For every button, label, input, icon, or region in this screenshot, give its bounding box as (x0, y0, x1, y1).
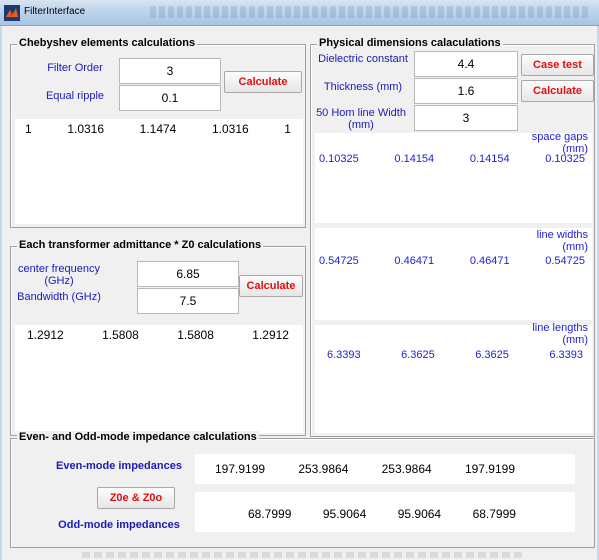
z0e-z0o-button[interactable]: Z0e & Z0o (97, 487, 175, 509)
background-text-ghost (82, 552, 522, 558)
matlab-icon (4, 5, 20, 21)
chebyshev-result: 1 (284, 122, 291, 136)
even-mode-row: 197.9199 253.9864 253.9864 197.9199 (215, 462, 515, 476)
line-length-value: 6.3393 (327, 349, 361, 361)
odd-mode-value: 95.9064 (322, 507, 367, 521)
even-mode-panel: 197.9199 253.9864 253.9864 197.9199 (195, 454, 575, 484)
filter-order-input[interactable]: 3 (119, 58, 221, 84)
equal-ripple-input[interactable]: 0.1 (119, 85, 221, 111)
chebyshev-results-panel: 1 1.0316 1.1474 1.0316 1 (15, 119, 303, 224)
line-width-label: 50 Hom line Width (mm) (316, 107, 406, 131)
space-gaps-row: 0.10325 0.14154 0.14154 0.10325 (319, 153, 585, 165)
space-gap-value: 0.10325 (319, 153, 359, 165)
even-mode-value: 253.9864 (298, 462, 349, 476)
chebyshev-results-row: 1 1.0316 1.1474 1.0316 1 (25, 122, 291, 136)
space-gaps-label: space gaps (mm) (531, 131, 588, 155)
admittance-results-panel: 1.2912 1.5808 1.5808 1.2912 (15, 325, 303, 433)
admittance-result: 1.2912 (27, 328, 64, 342)
line-width-value: 0.46471 (469, 255, 510, 267)
line-width-value: 0.46471 (394, 255, 435, 267)
space-gaps-panel: space gaps (mm) 0.10325 0.14154 0.14154 … (315, 131, 592, 223)
odd-mode-value: 68.7999 (248, 507, 292, 521)
chebyshev-group: Chebyshev elements calculations Filter O… (10, 37, 306, 228)
admittance-calculate-button[interactable]: Calculate (239, 275, 303, 297)
even-mode-label: Even-mode impedances (56, 460, 182, 472)
line-lengths-panel: line lengths (mm) 6.3393 6.3625 6.3625 6… (315, 322, 592, 433)
chebyshev-result: 1.0316 (67, 122, 105, 136)
thickness-input[interactable]: 1.6 (414, 78, 518, 104)
line-width-input[interactable]: 3 (414, 105, 518, 131)
even-mode-value: 197.9199 (464, 462, 515, 476)
title-bar: FilterInterface (0, 0, 599, 26)
space-gap-value: 0.14154 (469, 153, 510, 165)
admittance-group: Each transformer admittance * Z0 calcula… (10, 239, 306, 436)
physical-dimensions-group: Physical dimensions calaculations Dielec… (310, 37, 595, 437)
admittance-result: 1.5808 (177, 328, 214, 342)
chebyshev-result: 1.0316 (211, 122, 249, 136)
line-length-value: 6.3393 (549, 349, 583, 361)
physical-group-title: Physical dimensions calaculations (317, 37, 503, 49)
impedance-group: Even- and Odd-mode impedance calculation… (10, 431, 595, 548)
equal-ripple-label: Equal ripple (45, 90, 105, 102)
filter-order-label: Filter Order (47, 62, 103, 74)
admittance-group-title: Each transformer admittance * Z0 calcula… (17, 239, 264, 251)
admittance-result: 1.2912 (252, 328, 289, 342)
chebyshev-calculate-button[interactable]: Calculate (224, 71, 302, 93)
background-text-ghost (150, 6, 590, 18)
bandwidth-label: Bandwidth (GHz) (17, 291, 101, 303)
odd-mode-panel: 68.7999 95.9064 95.9064 68.7999 (195, 492, 575, 532)
center-frequency-label: center frequency (GHz) (18, 263, 100, 287)
even-mode-value: 253.9864 (381, 462, 432, 476)
chebyshev-group-title: Chebyshev elements calculations (17, 37, 198, 49)
line-widths-row: 0.54725 0.46471 0.46471 0.54725 (319, 255, 585, 267)
admittance-results-row: 1.2912 1.5808 1.5808 1.2912 (27, 328, 289, 342)
impedance-group-title: Even- and Odd-mode impedance calculation… (17, 431, 259, 443)
line-width-value: 0.54725 (319, 255, 359, 267)
line-widths-panel: line widths (mm) 0.54725 0.46471 0.46471… (315, 228, 592, 320)
line-length-value: 6.3625 (475, 349, 509, 361)
odd-mode-value: 68.7999 (472, 507, 516, 521)
chebyshev-result: 1 (25, 122, 32, 136)
even-mode-value: 197.9199 (215, 462, 266, 476)
window-title: FilterInterface (24, 6, 86, 17)
space-gap-value: 0.14154 (394, 153, 435, 165)
line-length-value: 6.3625 (401, 349, 435, 361)
bandwidth-input[interactable]: 7.5 (137, 288, 239, 314)
line-width-value: 0.54725 (545, 255, 585, 267)
physical-calculate-button[interactable]: Calculate (521, 80, 594, 102)
odd-mode-value: 95.9064 (397, 507, 442, 521)
dielectric-constant-input[interactable]: 4.4 (414, 51, 518, 77)
dielectric-constant-label: Dielectric constant (318, 53, 408, 65)
thickness-label: Thickness (mm) (323, 81, 403, 93)
line-lengths-label: line lengths (mm) (532, 322, 588, 346)
line-lengths-row: 6.3393 6.3625 6.3625 6.3393 (327, 349, 583, 361)
chebyshev-result: 1.1474 (139, 122, 177, 136)
center-frequency-input[interactable]: 6.85 (137, 261, 239, 287)
odd-mode-row: 68.7999 95.9064 95.9064 68.7999 (248, 507, 516, 521)
case-test-button[interactable]: Case test (521, 54, 594, 76)
line-widths-label: line widths (mm) (536, 229, 588, 253)
space-gap-value: 0.10325 (545, 153, 585, 165)
admittance-result: 1.5808 (102, 328, 139, 342)
window-client-area: Chebyshev elements calculations Filter O… (0, 26, 599, 560)
odd-mode-label: Odd-mode impedances (58, 519, 180, 531)
